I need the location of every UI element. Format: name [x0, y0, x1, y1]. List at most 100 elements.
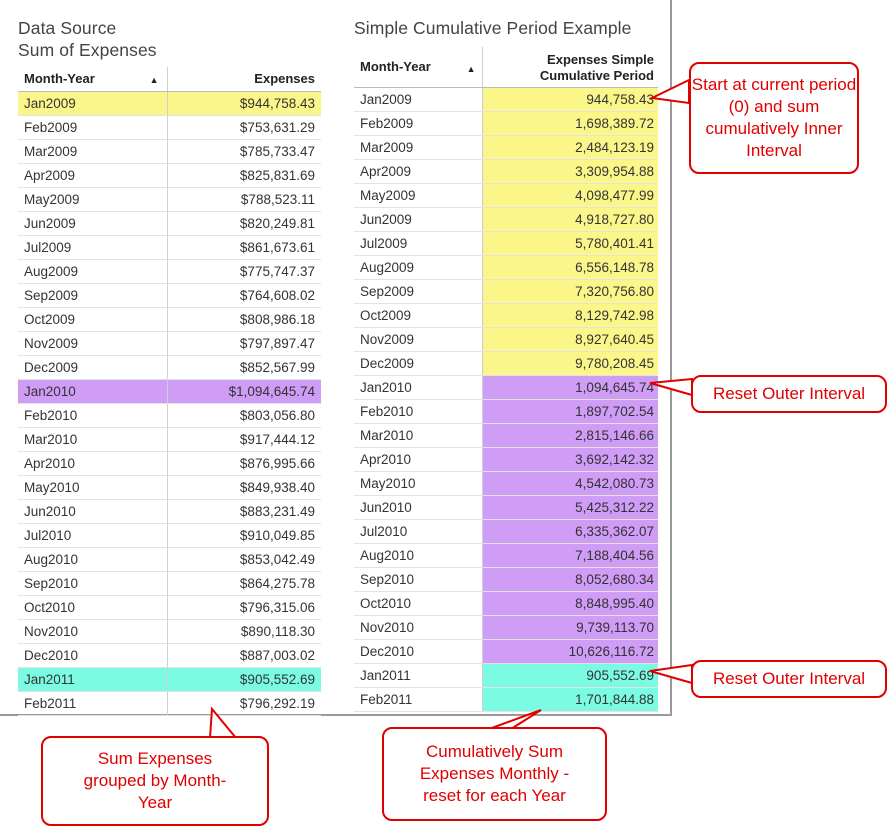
cell-expenses: $753,631.29 [167, 115, 321, 140]
column-header-month-year[interactable]: Month-Year ▲ [18, 67, 168, 92]
cell-month-year: Aug2010 [354, 543, 483, 568]
cell-month-year: Dec2010 [18, 643, 168, 668]
table-row[interactable]: Nov2010 $890,118.30 [18, 619, 321, 644]
cell-expenses: $825,831.69 [167, 163, 321, 188]
cumulative-table: Month-Year ▲ Expenses Simple Cumulative … [354, 47, 658, 712]
cell-month-year: May2010 [18, 475, 168, 500]
table-row[interactable]: Oct2009 $808,986.18 [18, 307, 321, 332]
table-row[interactable]: Jun2009 $820,249.81 [18, 211, 321, 236]
table-row[interactable]: Nov2010 9,739,113.70 [354, 615, 658, 640]
table-row[interactable]: Jun2009 4,918,727.80 [354, 207, 658, 232]
table-row[interactable]: May2010 4,542,080.73 [354, 471, 658, 496]
table-row[interactable]: May2009 4,098,477.99 [354, 183, 658, 208]
table-row[interactable]: Jul2009 $861,673.61 [18, 235, 321, 260]
table-row[interactable]: Feb2009 $753,631.29 [18, 115, 321, 140]
table-row[interactable]: Feb2010 1,897,702.54 [354, 399, 658, 424]
cell-month-year: Dec2010 [354, 639, 483, 664]
cell-expenses: $887,003.02 [167, 643, 321, 668]
table-row[interactable]: Aug2009 $775,747.37 [18, 259, 321, 284]
cell-month-year: Sep2009 [18, 283, 168, 308]
table-row[interactable]: Dec2009 $852,567.99 [18, 355, 321, 380]
column-header-cumulative[interactable]: Expenses Simple Cumulative Period [482, 47, 658, 88]
cell-expenses: $775,747.37 [167, 259, 321, 284]
table-row[interactable]: Dec2009 9,780,208.45 [354, 351, 658, 376]
table-row[interactable]: Jul2010 $910,049.85 [18, 523, 321, 548]
table-row[interactable]: Apr2009 $825,831.69 [18, 163, 321, 188]
cell-expenses: $864,275.78 [167, 571, 321, 596]
table-row[interactable]: Mar2010 $917,444.12 [18, 427, 321, 452]
cell-expenses: $910,049.85 [167, 523, 321, 548]
cell-cumulative-expenses: 4,918,727.80 [482, 207, 658, 232]
table-row[interactable]: Sep2009 $764,608.02 [18, 283, 321, 308]
table-row[interactable]: May2009 $788,523.11 [18, 187, 321, 212]
cell-cumulative-expenses: 9,780,208.45 [482, 351, 658, 376]
table-row[interactable]: Sep2010 $864,275.78 [18, 571, 321, 596]
cell-cumulative-expenses: 10,626,116.72 [482, 639, 658, 664]
cell-cumulative-expenses: 1,897,702.54 [482, 399, 658, 424]
cell-month-year: Feb2011 [18, 691, 168, 716]
table-row[interactable]: Oct2010 8,848,995.40 [354, 591, 658, 616]
cell-month-year: Mar2009 [354, 135, 483, 160]
cell-month-year: Nov2009 [18, 331, 168, 356]
table-row[interactable]: Apr2010 3,692,142.32 [354, 447, 658, 472]
table-row[interactable]: Aug2010 7,188,404.56 [354, 543, 658, 568]
sort-ascending-icon[interactable]: ▲ [467, 64, 476, 74]
table-row[interactable]: Feb2010 $803,056.80 [18, 403, 321, 428]
cell-expenses: $1,094,645.74 [167, 379, 321, 404]
table-row[interactable]: Jan2009 $944,758.43 [18, 91, 321, 116]
table-row[interactable]: Jan2009 944,758.43 [354, 87, 658, 112]
table-row[interactable]: Sep2010 8,052,680.34 [354, 567, 658, 592]
cell-cumulative-expenses: 2,815,146.66 [482, 423, 658, 448]
cell-month-year: Apr2009 [354, 159, 483, 184]
cell-cumulative-expenses: 8,848,995.40 [482, 591, 658, 616]
table-row[interactable]: Aug2009 6,556,148.78 [354, 255, 658, 280]
cell-month-year: Jan2010 [18, 379, 168, 404]
sort-ascending-icon[interactable]: ▲ [150, 75, 159, 85]
table-row[interactable]: Nov2009 $797,897.47 [18, 331, 321, 356]
table-row[interactable]: Dec2010 10,626,116.72 [354, 639, 658, 664]
table-row[interactable]: Jan2010 1,094,645.74 [354, 375, 658, 400]
cell-month-year: Nov2009 [354, 327, 483, 352]
table-row[interactable]: Jun2010 $883,231.49 [18, 499, 321, 524]
table-row[interactable]: Dec2010 $887,003.02 [18, 643, 321, 668]
cell-month-year: Jun2009 [354, 207, 483, 232]
table-row[interactable]: Jan2011 905,552.69 [354, 663, 658, 688]
table-row[interactable]: Feb2011 $796,292.19 [18, 691, 321, 716]
table-row[interactable]: Nov2009 8,927,640.45 [354, 327, 658, 352]
cell-month-year: Sep2009 [354, 279, 483, 304]
table-row[interactable]: Jan2011 $905,552.69 [18, 667, 321, 692]
table-row[interactable]: Jul2009 5,780,401.41 [354, 231, 658, 256]
cell-month-year: Jan2009 [18, 91, 168, 116]
table-row[interactable]: Oct2010 $796,315.06 [18, 595, 321, 620]
cell-cumulative-expenses: 6,556,148.78 [482, 255, 658, 280]
table-row[interactable]: Oct2009 8,129,742.98 [354, 303, 658, 328]
cell-expenses: $944,758.43 [167, 91, 321, 116]
table-row[interactable]: Jul2010 6,335,362.07 [354, 519, 658, 544]
column-header-month-year[interactable]: Month-Year ▲ [354, 47, 483, 88]
callout-reset-outer-1: Reset Outer Interval [691, 375, 887, 413]
table-row[interactable]: Mar2010 2,815,146.66 [354, 423, 658, 448]
cell-month-year: Jul2009 [18, 235, 168, 260]
cell-month-year: May2009 [18, 187, 168, 212]
callout-sum-grouped: Sum Expenses grouped by Month-Year [41, 736, 269, 826]
cell-month-year: Sep2010 [18, 571, 168, 596]
cell-expenses: $852,567.99 [167, 355, 321, 380]
table-row[interactable]: Aug2010 $853,042.49 [18, 547, 321, 572]
table-row[interactable]: Feb2011 1,701,844.88 [354, 687, 658, 712]
column-header-expenses[interactable]: Expenses [167, 67, 321, 92]
cell-month-year: Apr2009 [18, 163, 168, 188]
table-row[interactable]: Jan2010 $1,094,645.74 [18, 379, 321, 404]
table-row[interactable]: May2010 $849,938.40 [18, 475, 321, 500]
cell-expenses: $808,986.18 [167, 307, 321, 332]
table-row[interactable]: Apr2010 $876,995.66 [18, 451, 321, 476]
cell-cumulative-expenses: 5,425,312.22 [482, 495, 658, 520]
table-row[interactable]: Sep2009 7,320,756.80 [354, 279, 658, 304]
cell-month-year: Jun2010 [354, 495, 483, 520]
table-row[interactable]: Feb2009 1,698,389.72 [354, 111, 658, 136]
table-row[interactable]: Mar2009 $785,733.47 [18, 139, 321, 164]
table-row[interactable]: Mar2009 2,484,123.19 [354, 135, 658, 160]
cell-month-year: Dec2009 [18, 355, 168, 380]
cell-expenses: $820,249.81 [167, 211, 321, 236]
table-row[interactable]: Jun2010 5,425,312.22 [354, 495, 658, 520]
table-row[interactable]: Apr2009 3,309,954.88 [354, 159, 658, 184]
